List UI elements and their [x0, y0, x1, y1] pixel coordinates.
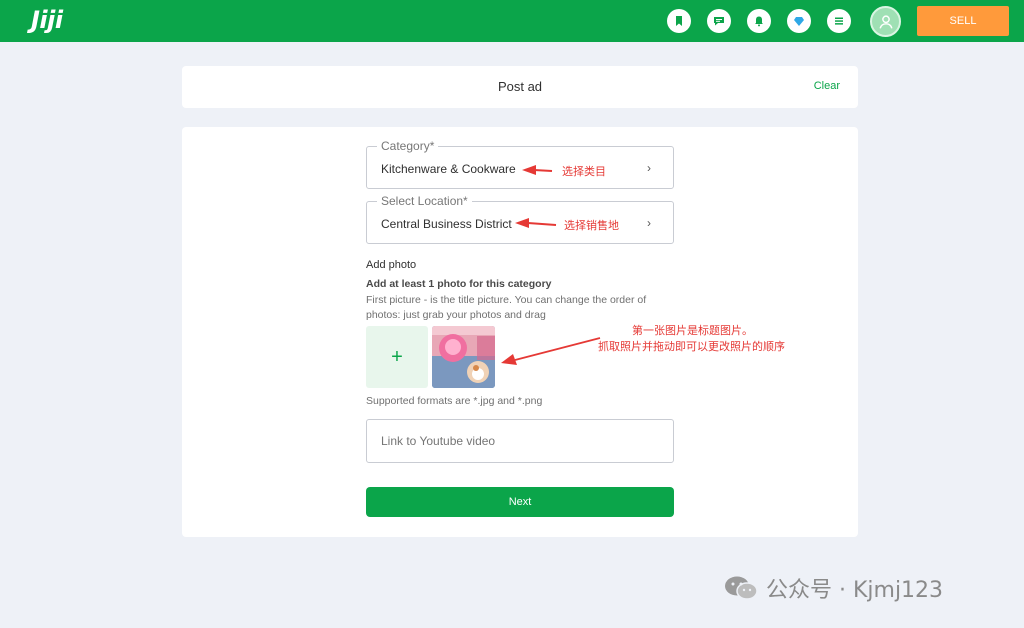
top-navbar: Jiji SELL	[0, 0, 1024, 42]
clear-link[interactable]: Clear	[814, 80, 840, 92]
photo-image	[432, 326, 495, 388]
bookmark-icon[interactable]	[667, 9, 691, 33]
category-label: Category*	[377, 139, 439, 153]
location-label: Select Location*	[377, 194, 472, 208]
photo-annotation-line2: 抓取照片并拖动即可以更改照片的顺序	[598, 340, 785, 353]
location-value: Central Business District	[381, 217, 512, 231]
post-ad-header: Post ad Clear	[182, 66, 858, 108]
category-select[interactable]: Category* Kitchenware & Cookware ›	[366, 139, 674, 189]
add-photo-hint: Add at least 1 photo for this category	[366, 278, 552, 290]
category-value: Kitchenware & Cookware	[381, 162, 516, 176]
category-annotation: 选择类目	[562, 165, 606, 178]
chevron-right-icon: ›	[647, 216, 651, 230]
page-title: Post ad	[497, 79, 543, 94]
bell-icon[interactable]	[747, 9, 771, 33]
add-photo-description: First picture - is the title picture. Yo…	[366, 294, 647, 321]
uploaded-photo-thumbnail[interactable]	[432, 326, 495, 388]
location-select[interactable]: Select Location* Central Business Distri…	[366, 194, 674, 244]
photo-annotation-line1: 第一张图片是标题图片。	[632, 324, 753, 337]
jiji-logo[interactable]: Jiji	[31, 6, 63, 34]
youtube-link-input[interactable]	[366, 419, 674, 463]
chat-icon[interactable]	[707, 9, 731, 33]
wechat-icon	[725, 576, 758, 600]
next-button[interactable]: Next	[366, 487, 674, 517]
chevron-right-icon: ›	[647, 161, 651, 175]
add-photo-button[interactable]: +	[366, 326, 428, 388]
user-avatar[interactable]	[870, 6, 901, 37]
supported-formats-note: Supported formats are *.jpg and *.png	[366, 395, 543, 407]
sell-button[interactable]: SELL	[917, 6, 1009, 36]
plus-icon: +	[391, 345, 403, 368]
diamond-icon[interactable]	[787, 9, 811, 33]
list-icon[interactable]	[827, 9, 851, 33]
wechat-watermark: 公众号 · Kjmj123	[724, 572, 943, 604]
add-photo-label: Add photo	[366, 259, 417, 271]
watermark-text: 公众号 · Kjmj123	[766, 578, 944, 603]
location-annotation: 选择销售地	[564, 219, 619, 232]
